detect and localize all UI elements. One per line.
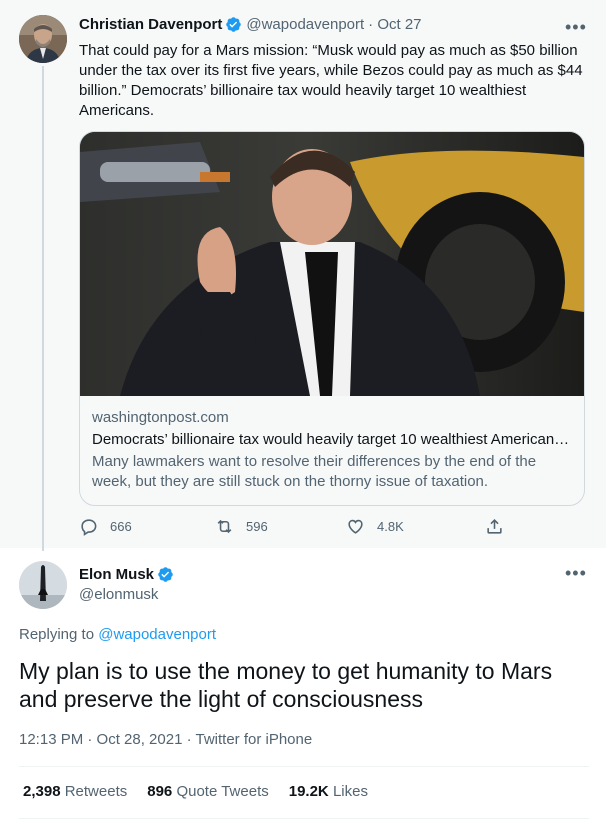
reply-button[interactable]: 666 bbox=[79, 517, 132, 536]
thread-line bbox=[42, 66, 44, 551]
replying-prefix: Replying to bbox=[19, 626, 95, 643]
avatar-christian-davenport[interactable] bbox=[19, 15, 67, 63]
quotes-count: 896 bbox=[147, 783, 173, 800]
card-domain: washingtonpost.com bbox=[92, 409, 229, 426]
avatar-elon-musk[interactable] bbox=[19, 561, 67, 609]
like-count: 4.8K bbox=[377, 519, 404, 534]
quote-tweets-stat[interactable]: 896 Quote Tweets bbox=[147, 783, 268, 800]
main-tweet-text: My plan is to use the money to get human… bbox=[19, 658, 553, 712]
retweets-count: 2,398 bbox=[23, 783, 61, 800]
divider bbox=[19, 766, 589, 767]
share-button[interactable] bbox=[485, 517, 516, 536]
author-name[interactable]: Christian Davenport bbox=[79, 16, 222, 33]
card-description: Many lawmakers want to resolve their dif… bbox=[92, 453, 537, 490]
retweets-label: Retweets bbox=[64, 783, 128, 800]
verified-badge-icon bbox=[226, 17, 242, 32]
retweet-count: 596 bbox=[246, 519, 268, 534]
main-author-name[interactable]: Elon Musk bbox=[79, 566, 154, 583]
tweet-date[interactable]: · Oct 27 bbox=[368, 16, 421, 33]
author-handle[interactable]: @wapodavenport bbox=[246, 16, 364, 33]
tweet-actions: 666 596 4.8K bbox=[79, 517, 519, 541]
retweet-icon bbox=[217, 519, 232, 534]
parent-tweet-header: Christian Davenport @wapodavenport · Oct… bbox=[79, 16, 422, 33]
like-button[interactable]: 4.8K bbox=[346, 517, 404, 536]
divider bbox=[19, 818, 589, 819]
main-author-handle[interactable]: @elonmusk bbox=[79, 586, 158, 603]
more-icon[interactable]: ••• bbox=[565, 564, 587, 582]
reply-icon bbox=[81, 519, 97, 536]
tweet-timestamp[interactable]: 12:13 PM · Oct 28, 2021 · Twitter for iP… bbox=[19, 731, 312, 748]
card-meta: washingtonpost.com Democrats’ billionair… bbox=[92, 408, 572, 492]
tweet-stats: 2,398 Retweets 896 Quote Tweets 19.2K Li… bbox=[23, 783, 368, 800]
verified-badge-icon bbox=[158, 567, 173, 582]
card-title: Democrats’ billionaire tax would heavily… bbox=[92, 431, 570, 448]
main-author-row: Elon Musk bbox=[79, 566, 174, 583]
likes-label: Likes bbox=[332, 783, 368, 800]
parent-tweet-text: That could pay for a Mars mission: “Musk… bbox=[79, 42, 583, 119]
likes-count: 19.2K bbox=[288, 783, 329, 800]
reply-count: 666 bbox=[110, 519, 132, 534]
retweets-stat[interactable]: 2,398 Retweets bbox=[23, 783, 127, 800]
link-card[interactable]: washingtonpost.com Democrats’ billionair… bbox=[79, 131, 585, 506]
retweet-button[interactable]: 596 bbox=[215, 517, 268, 536]
card-image bbox=[80, 132, 584, 396]
quotes-label: Quote Tweets bbox=[176, 783, 269, 800]
like-icon bbox=[348, 519, 363, 534]
more-icon[interactable]: ••• bbox=[565, 18, 587, 36]
replying-to-link[interactable]: @wapodavenport bbox=[98, 626, 216, 643]
replying-to: Replying to @wapodavenport bbox=[19, 626, 216, 643]
share-icon bbox=[487, 519, 502, 534]
likes-stat[interactable]: 19.2K Likes bbox=[289, 783, 368, 800]
